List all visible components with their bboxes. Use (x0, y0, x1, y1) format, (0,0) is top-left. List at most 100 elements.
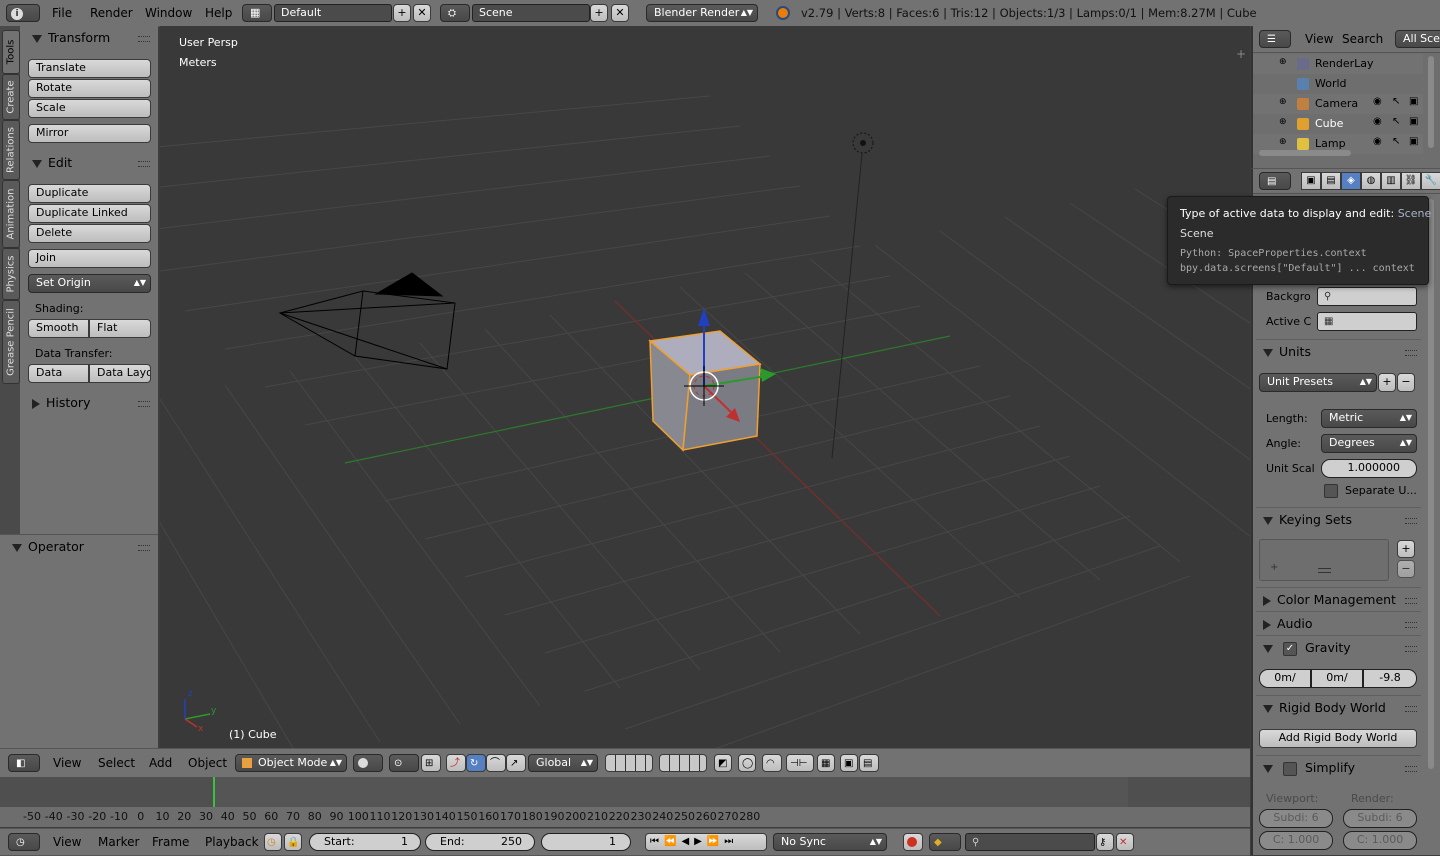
add-rigid-body-world-button[interactable]: Add Rigid Body World (1259, 729, 1417, 748)
scene-name-field[interactable]: Scene (472, 4, 590, 22)
timeline-menu-view[interactable]: View (53, 829, 81, 855)
combined-manipulator-button[interactable]: ↗ (506, 754, 526, 772)
gravity-y-field[interactable]: 0m/ (1311, 669, 1363, 688)
editor-type-button[interactable]: ◧ (8, 754, 40, 772)
expand-icon[interactable]: ⊕ (1279, 97, 1287, 107)
preview-range-button[interactable]: ◷ (264, 833, 282, 851)
tab-physics[interactable]: Physics (2, 248, 20, 300)
mode-dropdown[interactable]: Object Mode ▲▼ (235, 754, 347, 772)
expand-icon[interactable]: ⊕ (1279, 57, 1287, 67)
active-clip-field[interactable]: ▦ (1317, 312, 1417, 331)
timeline-menu-marker[interactable]: Marker (98, 829, 139, 855)
renderable-camera-icon[interactable]: ▣ (1409, 96, 1418, 107)
add-unit-preset-button[interactable]: + (1378, 373, 1396, 392)
selectable-cursor-icon[interactable]: ↖ (1392, 116, 1400, 127)
outliner-item-name[interactable]: RenderLay (1315, 57, 1374, 70)
outliner-row[interactable]: ⊕ RenderLay (1253, 54, 1423, 74)
flat-button[interactable]: Flat (89, 319, 151, 338)
remove-layout-button[interactable]: ✕ (413, 4, 431, 22)
join-button[interactable]: Join (28, 249, 151, 268)
tab-create[interactable]: Create (2, 74, 20, 120)
menu-help[interactable]: Help (205, 0, 232, 26)
unit-presets-dropdown[interactable]: Unit Presets ▲▼ (1259, 373, 1377, 392)
render-engine-dropdown[interactable]: Blender Render ▲▼ (646, 4, 758, 22)
simplify-checkbox[interactable] (1282, 761, 1297, 776)
visibility-eye-icon[interactable]: ◉ (1373, 96, 1382, 107)
remove-unit-preset-button[interactable]: − (1397, 373, 1415, 392)
duplicate-linked-button[interactable]: Duplicate Linked (28, 204, 151, 223)
expand-icon[interactable]: ⊕ (1279, 117, 1287, 127)
viewport-expand-icon[interactable]: + (1235, 47, 1247, 61)
outliner-item-name[interactable]: Camera (1315, 97, 1358, 110)
outliner-row[interactable]: ⊕ Camera ◉ ↖ ▣ (1253, 94, 1423, 114)
selectable-cursor-icon[interactable]: ↖ (1392, 136, 1400, 147)
info-editor-type-button[interactable]: i (6, 4, 40, 22)
outliner-menu-search[interactable]: Search (1342, 26, 1383, 52)
timeline-area[interactable]: -50 -40 -30 -20 -10 0 10 20 30 40 50 60 70 80 90 100 110… (0, 777, 1250, 827)
scale-button[interactable]: Scale (28, 99, 151, 118)
tab-tools[interactable]: Tools (2, 30, 20, 74)
active-keying-set-field[interactable]: ⚲ (965, 833, 1095, 851)
length-dropdown[interactable]: Metric ▲▼ (1321, 409, 1417, 428)
gravity-z-field[interactable]: -9.8 (1363, 669, 1417, 688)
audio-panel-header[interactable]: Audio (1263, 616, 1313, 631)
outliner-scrollbar-h[interactable] (1259, 150, 1351, 156)
mirror-button[interactable]: Mirror (28, 124, 151, 143)
timeline-menu-frame[interactable]: Frame (152, 829, 189, 855)
layout-type-button[interactable]: ▦ (242, 4, 272, 22)
visibility-eye-icon[interactable]: ◉ (1373, 136, 1382, 147)
translate-manipulator-button[interactable]: ⤴ (446, 754, 466, 772)
angle-dropdown[interactable]: Degrees ▲▼ (1321, 434, 1417, 453)
current-frame-field[interactable]: 1 (541, 833, 631, 851)
3d-viewport[interactable]: User Persp Meters z y x (1) Cube + (160, 26, 1250, 748)
list-resize-handle[interactable] (1318, 568, 1331, 573)
snap-toggle[interactable]: ⊣⊢ (786, 754, 814, 772)
gravity-panel-header[interactable]: ✓ Gravity (1263, 640, 1351, 656)
add-keying-set-button[interactable]: + (1397, 540, 1415, 558)
layers-block-1[interactable] (605, 754, 653, 772)
data-button[interactable]: Data (28, 364, 89, 383)
insert-keyframe-button[interactable]: ⚷ (1096, 833, 1114, 851)
menu-render[interactable]: Render (90, 0, 133, 26)
gravity-x-field[interactable]: 0m/ (1259, 669, 1311, 688)
rotate-manipulator-button[interactable]: ↻ (466, 754, 486, 772)
list-filter-icon[interactable]: + (1270, 562, 1278, 573)
set-origin-dropdown[interactable]: Set Origin ▲▼ (28, 274, 151, 293)
start-frame-field[interactable]: Start: 1 (309, 833, 421, 851)
properties-scrollbar[interactable] (1428, 199, 1434, 769)
outliner-row[interactable]: ⊕ Cube ◉ ↖ ▣ (1253, 114, 1423, 134)
proportional-falloff-button[interactable]: ◠ (762, 754, 782, 772)
renderable-camera-icon[interactable]: ▣ (1409, 136, 1418, 147)
rotate-button[interactable]: Rotate (28, 79, 151, 98)
visibility-eye-icon[interactable]: ◉ (1373, 116, 1382, 127)
outliner-display-filter[interactable]: All Sce (1395, 30, 1440, 48)
lock-frame-button[interactable]: 🔒 (284, 833, 302, 851)
history-panel-header[interactable]: History (32, 395, 90, 410)
render-layers-tab-button[interactable]: ▤ (1321, 172, 1341, 190)
translate-button[interactable]: Translate (28, 59, 151, 78)
menu-select[interactable]: Select (98, 750, 135, 776)
manipulator-toggle[interactable]: ⊞ (421, 754, 441, 772)
timeline-editor-type-button[interactable]: ◷ (8, 833, 40, 851)
renderable-camera-icon[interactable]: ▣ (1409, 116, 1418, 127)
world-tab-button[interactable]: ◍ (1361, 172, 1381, 190)
render-still-button[interactable]: ▣ (840, 754, 858, 772)
keying-sets-panel-header[interactable]: Keying Sets (1263, 512, 1352, 527)
properties-editor-type-button[interactable]: ▤ (1259, 172, 1291, 190)
menu-add[interactable]: Add (149, 750, 172, 776)
scale-manipulator-button[interactable]: ⌒ (486, 754, 506, 772)
camera-object[interactable] (278, 272, 456, 370)
orientation-dropdown[interactable]: Global ▲▼ (528, 754, 598, 772)
tab-relations[interactable]: Relations (2, 120, 20, 180)
keying-sets-list[interactable]: + (1259, 539, 1389, 581)
rigid-body-panel-header[interactable]: Rigid Body World (1263, 700, 1386, 715)
snap-element-button[interactable]: ▦ (817, 754, 835, 772)
separate-units-checkbox[interactable] (1324, 484, 1338, 498)
expand-icon[interactable]: ⊕ (1279, 137, 1287, 147)
add-scene-button[interactable]: + (590, 4, 608, 22)
tab-grease-pencil[interactable]: Grease Pencil (2, 300, 20, 384)
render-tab-button[interactable]: ▣ (1301, 172, 1321, 190)
lamp-object[interactable] (831, 132, 874, 459)
keying-set-dropdown[interactable]: ◆ (929, 833, 961, 851)
delete-button[interactable]: Delete (28, 224, 151, 243)
